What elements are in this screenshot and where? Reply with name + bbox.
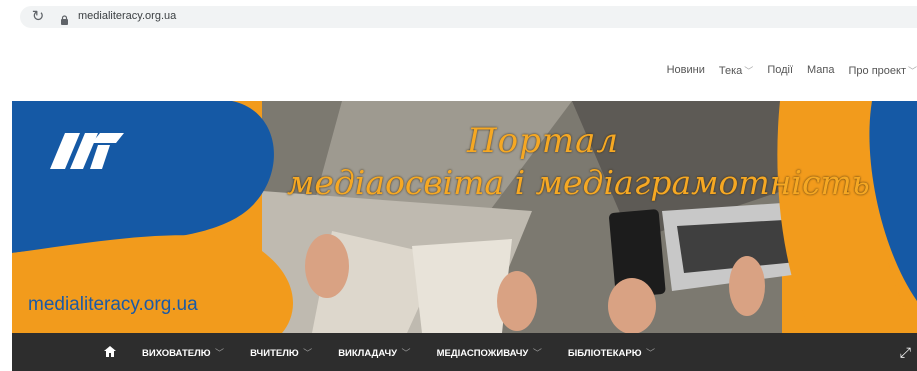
banner-site-url: medialiteracy.org.ua — [28, 294, 198, 315]
chevron-down-icon: ﹀ — [643, 347, 656, 358]
chevron-down-icon: ﹀ — [399, 347, 411, 358]
topnav-item-map[interactable]: Мапа — [807, 64, 834, 76]
banner-title-line2: медіаосвіта і медіаграмотність — [287, 163, 870, 202]
reload-icon[interactable]: ↻ — [28, 7, 48, 27]
topnav-item-about[interactable]: Про проект ﹀ — [849, 64, 917, 77]
home-icon[interactable] — [104, 345, 116, 360]
url-text[interactable]: medialiteracy.org.ua — [78, 10, 176, 22]
main-navigation: ВИХОВАТЕЛЮ ﹀ ВЧИТЕЛЮ ﹀ ВИКЛАДАЧУ ﹀ МЕДІА… — [12, 333, 917, 371]
banner-title-line1: Портал — [467, 121, 620, 161]
topnav-item-events[interactable]: Події — [767, 64, 793, 76]
chevron-down-icon: ﹀ — [212, 347, 225, 358]
expand-icon[interactable]: ⤢ — [900, 344, 911, 361]
browser-toolbar: ↻ medialiteracy.org.ua — [0, 0, 917, 34]
nav-item-lecturers[interactable]: ВИКЛАДАЧУ ﹀ — [338, 346, 410, 359]
nav-item-media-consumers[interactable]: МЕДІАСПОЖИВАЧУ ﹀ — [437, 346, 542, 359]
nav-item-educators[interactable]: ВИХОВАТЕЛЮ ﹀ — [142, 346, 224, 359]
logo-mark — [50, 133, 124, 169]
chevron-down-icon: ﹀ — [300, 347, 313, 358]
nav-item-librarians[interactable]: БІБЛІОТЕКАРЮ ﹀ — [568, 346, 655, 359]
nav-item-teachers[interactable]: ВЧИТЕЛЮ ﹀ — [250, 346, 312, 359]
topnav-item-library[interactable]: Тека ﹀ — [719, 64, 753, 77]
top-navigation: Новини Тека ﹀ Події Мапа Про проект ﹀ — [667, 60, 917, 80]
chevron-down-icon: ﹀ — [744, 65, 754, 76]
hero-banner: Портал медіаосвіта і медіаграмотність me… — [12, 101, 917, 333]
lock-icon — [60, 12, 69, 25]
chevron-down-icon: ﹀ — [530, 347, 542, 358]
topnav-item-news[interactable]: Новини — [667, 64, 705, 76]
chevron-down-icon: ﹀ — [907, 65, 917, 76]
